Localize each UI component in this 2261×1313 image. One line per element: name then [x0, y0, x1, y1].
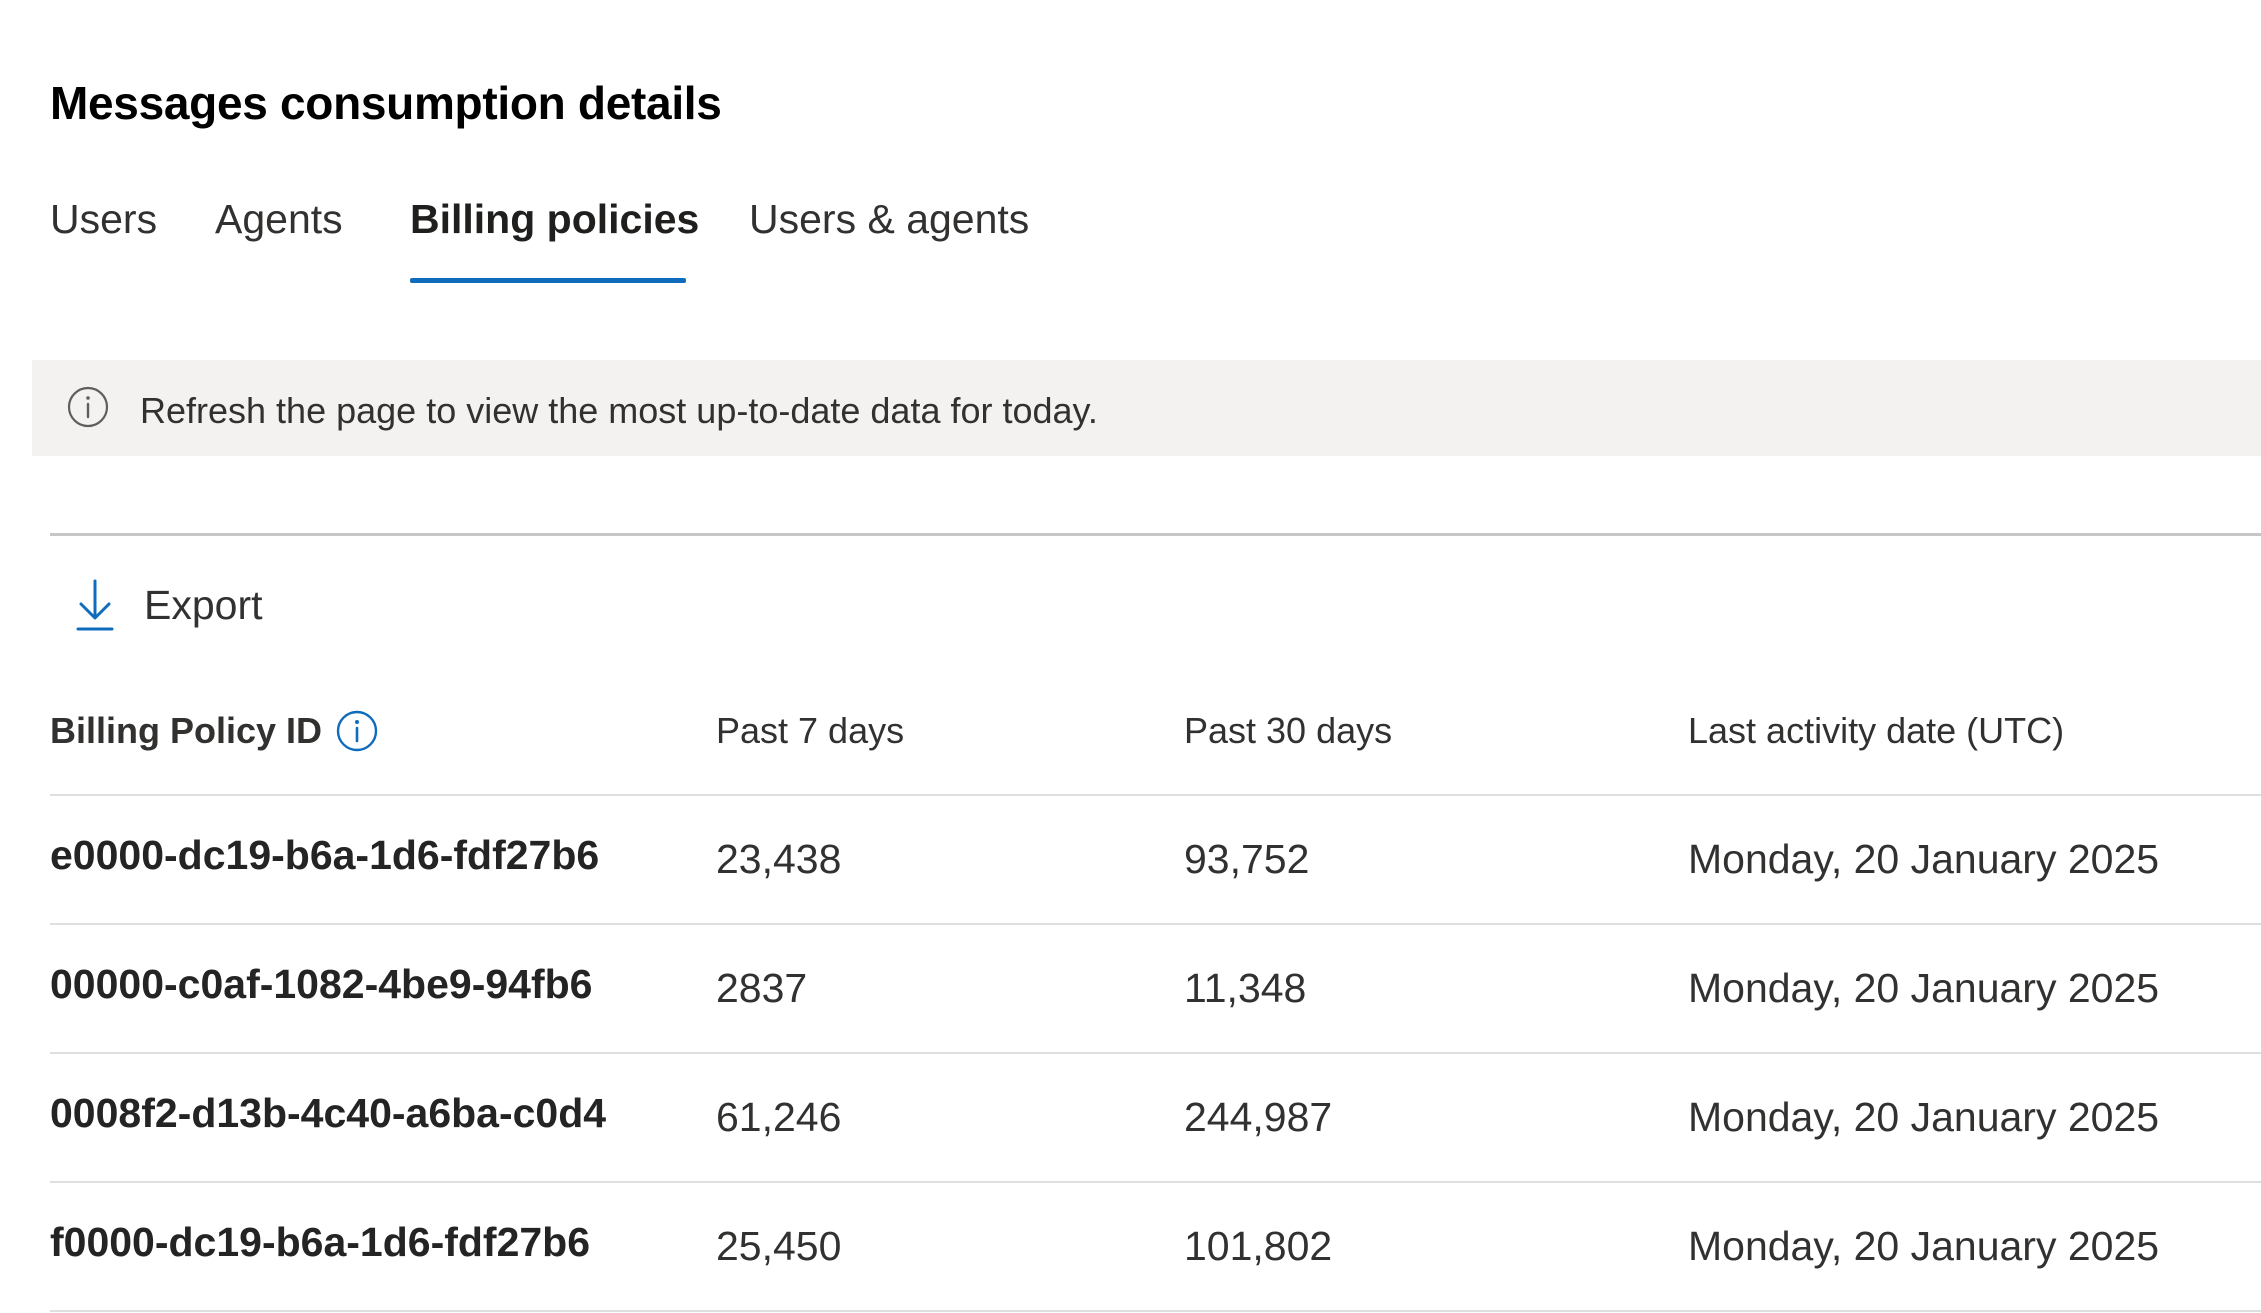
- last-activity-date: Monday, 20 January 2025: [1688, 965, 2160, 1011]
- billing-policy-id: f0000-dc19-b6a-1d6-fdf27b6: [50, 1219, 591, 1265]
- past-7-days-value: 23,438: [716, 836, 842, 882]
- active-tab-indicator: [410, 278, 686, 283]
- past-30-days-value: 244,987: [1184, 1094, 1333, 1140]
- past-30-days-value: 11,348: [1184, 965, 1307, 1011]
- billing-policy-id: e0000-dc19-b6a-1d6-fdf27b6: [50, 832, 600, 878]
- past-7-days-value: 61,246: [716, 1094, 842, 1140]
- table-row[interactable]: 00000-c0af-1082-4be9-94fb6 2837 11,348 M…: [50, 925, 2261, 1054]
- info-banner-text: Refresh the page to view the most up-to-…: [140, 390, 1098, 431]
- past-30-days-value: 101,802: [1184, 1223, 1333, 1269]
- past-7-days-value: 25,450: [716, 1223, 842, 1269]
- export-button[interactable]: Export: [72, 572, 263, 638]
- table-row[interactable]: e0000-dc19-b6a-1d6-fdf27b6 23,438 93,752…: [50, 796, 2261, 925]
- last-activity-date: Monday, 20 January 2025: [1688, 1223, 2160, 1269]
- table-row[interactable]: 0008f2-d13b-4c40-a6ba-c0d4 61,246 244,98…: [50, 1054, 2261, 1183]
- column-header-billing-policy-id[interactable]: Billing Policy ID: [50, 710, 378, 752]
- billing-policy-id: 0008f2-d13b-4c40-a6ba-c0d4: [50, 1090, 607, 1136]
- past-7-days-value: 2837: [716, 965, 808, 1011]
- column-header-past-30-days[interactable]: Past 30 days: [1184, 710, 1392, 752]
- billing-policies-table: Billing Policy ID Past 7 days Past 30 da…: [50, 690, 2261, 1312]
- info-icon[interactable]: [336, 710, 378, 752]
- info-banner: Refresh the page to view the most up-to-…: [32, 360, 2261, 456]
- download-icon: [76, 579, 114, 631]
- section-divider: [50, 533, 2261, 536]
- past-30-days-value: 93,752: [1184, 836, 1310, 882]
- tab-users-and-agents[interactable]: Users & agents: [749, 196, 1029, 243]
- tab-users[interactable]: Users: [50, 196, 157, 243]
- tab-agents[interactable]: Agents: [215, 196, 343, 243]
- info-icon: [67, 386, 109, 428]
- column-header-last-activity-date[interactable]: Last activity date (UTC): [1688, 710, 2064, 752]
- table-row[interactable]: f0000-dc19-b6a-1d6-fdf27b6 25,450 101,80…: [50, 1183, 2261, 1312]
- column-header-past-7-days[interactable]: Past 7 days: [716, 710, 904, 752]
- export-label: Export: [144, 581, 263, 628]
- tab-billing-policies[interactable]: Billing policies: [410, 196, 699, 243]
- table-header: Billing Policy ID Past 7 days Past 30 da…: [50, 690, 2261, 796]
- billing-policy-id: 00000-c0af-1082-4be9-94fb6: [50, 961, 593, 1007]
- last-activity-date: Monday, 20 January 2025: [1688, 1094, 2160, 1140]
- page-title: Messages consumption details: [50, 77, 722, 129]
- column-header-label: Billing Policy ID: [50, 710, 323, 751]
- last-activity-date: Monday, 20 January 2025: [1688, 836, 2160, 882]
